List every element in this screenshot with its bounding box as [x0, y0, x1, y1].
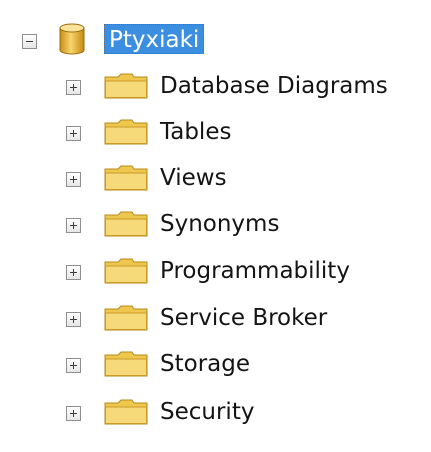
tree-node-synonyms[interactable]: Synonyms — [0, 202, 431, 248]
tree-node-label[interactable]: Security — [160, 396, 254, 428]
tree-node-label[interactable]: Database Diagrams — [160, 70, 388, 102]
expand-icon[interactable] — [66, 172, 81, 187]
folder-icon — [104, 351, 148, 381]
tree-node-database-diagrams[interactable]: Database Diagrams — [0, 64, 431, 110]
tree-node-label[interactable]: Views — [160, 162, 227, 194]
tree-node-database[interactable]: Ptyxiaki — [0, 18, 431, 62]
tree-node-label[interactable]: Synonyms — [160, 208, 279, 240]
tree-node-label[interactable]: Storage — [160, 348, 250, 380]
database-icon — [58, 23, 86, 59]
collapse-icon[interactable] — [22, 34, 37, 49]
tree-node-storage[interactable]: Storage — [0, 342, 431, 388]
tree-node-label[interactable]: Service Broker — [160, 302, 327, 334]
folder-icon — [104, 211, 148, 241]
database-name-label[interactable]: Ptyxiaki — [104, 24, 205, 54]
tree-node-views[interactable]: Views — [0, 156, 431, 202]
expand-icon[interactable] — [66, 312, 81, 327]
tree-node-label[interactable]: Tables — [160, 116, 231, 148]
object-explorer-tree: Ptyxiaki Database Diagrams Tables Views … — [0, 0, 431, 452]
folder-icon — [104, 165, 148, 195]
folder-icon — [104, 73, 148, 103]
folder-icon — [104, 119, 148, 149]
folder-icon — [104, 258, 148, 288]
tree-node-tables[interactable]: Tables — [0, 110, 431, 156]
tree-node-security[interactable]: Security — [0, 390, 431, 436]
folder-icon — [104, 399, 148, 429]
folder-icon — [104, 305, 148, 335]
expand-icon[interactable] — [66, 406, 81, 421]
expand-icon[interactable] — [66, 80, 81, 95]
tree-node-label[interactable]: Programmability — [160, 255, 350, 287]
expand-icon[interactable] — [66, 358, 81, 373]
expand-icon[interactable] — [66, 218, 81, 233]
expand-icon[interactable] — [66, 265, 81, 280]
expand-icon[interactable] — [66, 126, 81, 141]
tree-node-programmability[interactable]: Programmability — [0, 249, 431, 295]
tree-node-service-broker[interactable]: Service Broker — [0, 296, 431, 342]
